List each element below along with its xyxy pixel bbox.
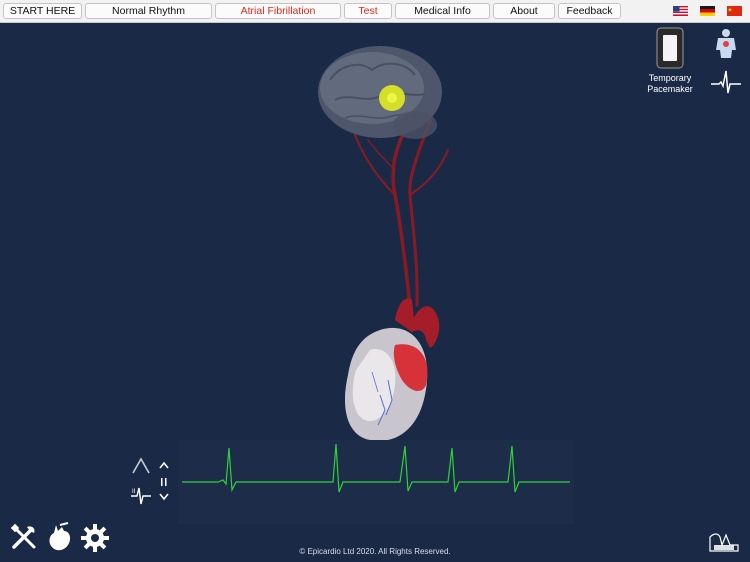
heart-model xyxy=(344,298,440,441)
visualization-stage: Temporary Pacemaker II xyxy=(0,23,750,562)
pacemaker-label-line2: Pacemaker xyxy=(647,84,693,94)
pause-icon[interactable] xyxy=(160,477,168,487)
ecg-waveform-icon[interactable] xyxy=(710,69,742,95)
pacemaker-label: Temporary Pacemaker xyxy=(640,73,700,95)
pacemaker-device-icon[interactable] xyxy=(656,27,684,69)
us-flag-icon[interactable] xyxy=(673,6,688,16)
tab-start-here[interactable]: START HERE xyxy=(3,3,82,19)
body-figure-icon[interactable] xyxy=(713,28,739,58)
top-nav-bar: START HERE Normal Rhythm Atrial Fibrilla… xyxy=(0,0,750,23)
tab-medical-info[interactable]: Medical Info xyxy=(395,3,490,19)
germany-flag-icon[interactable] xyxy=(700,6,715,16)
brain-marker-core xyxy=(387,93,397,103)
chevron-up-icon[interactable] xyxy=(158,461,170,469)
svg-text:II: II xyxy=(132,489,136,495)
brain-model xyxy=(318,46,442,139)
tab-feedback[interactable]: Feedback xyxy=(558,3,621,19)
chevron-down-icon[interactable] xyxy=(158,493,170,501)
tab-atrial-fibrillation[interactable]: Atrial Fibrillation xyxy=(215,3,341,19)
copyright-footer: © Epicardio Ltd 2020. All Rights Reserve… xyxy=(299,547,451,556)
china-flag-icon[interactable] xyxy=(727,6,742,16)
tab-about[interactable]: About xyxy=(493,3,555,19)
carotid-arteries xyxy=(354,118,449,307)
pacemaker-label-line1: Temporary xyxy=(648,73,692,83)
lead-icon[interactable]: II xyxy=(129,484,153,506)
tab-normal-rhythm[interactable]: Normal Rhythm xyxy=(85,3,212,19)
tab-test[interactable]: Test xyxy=(344,3,392,19)
angle-icon[interactable] xyxy=(131,457,151,475)
